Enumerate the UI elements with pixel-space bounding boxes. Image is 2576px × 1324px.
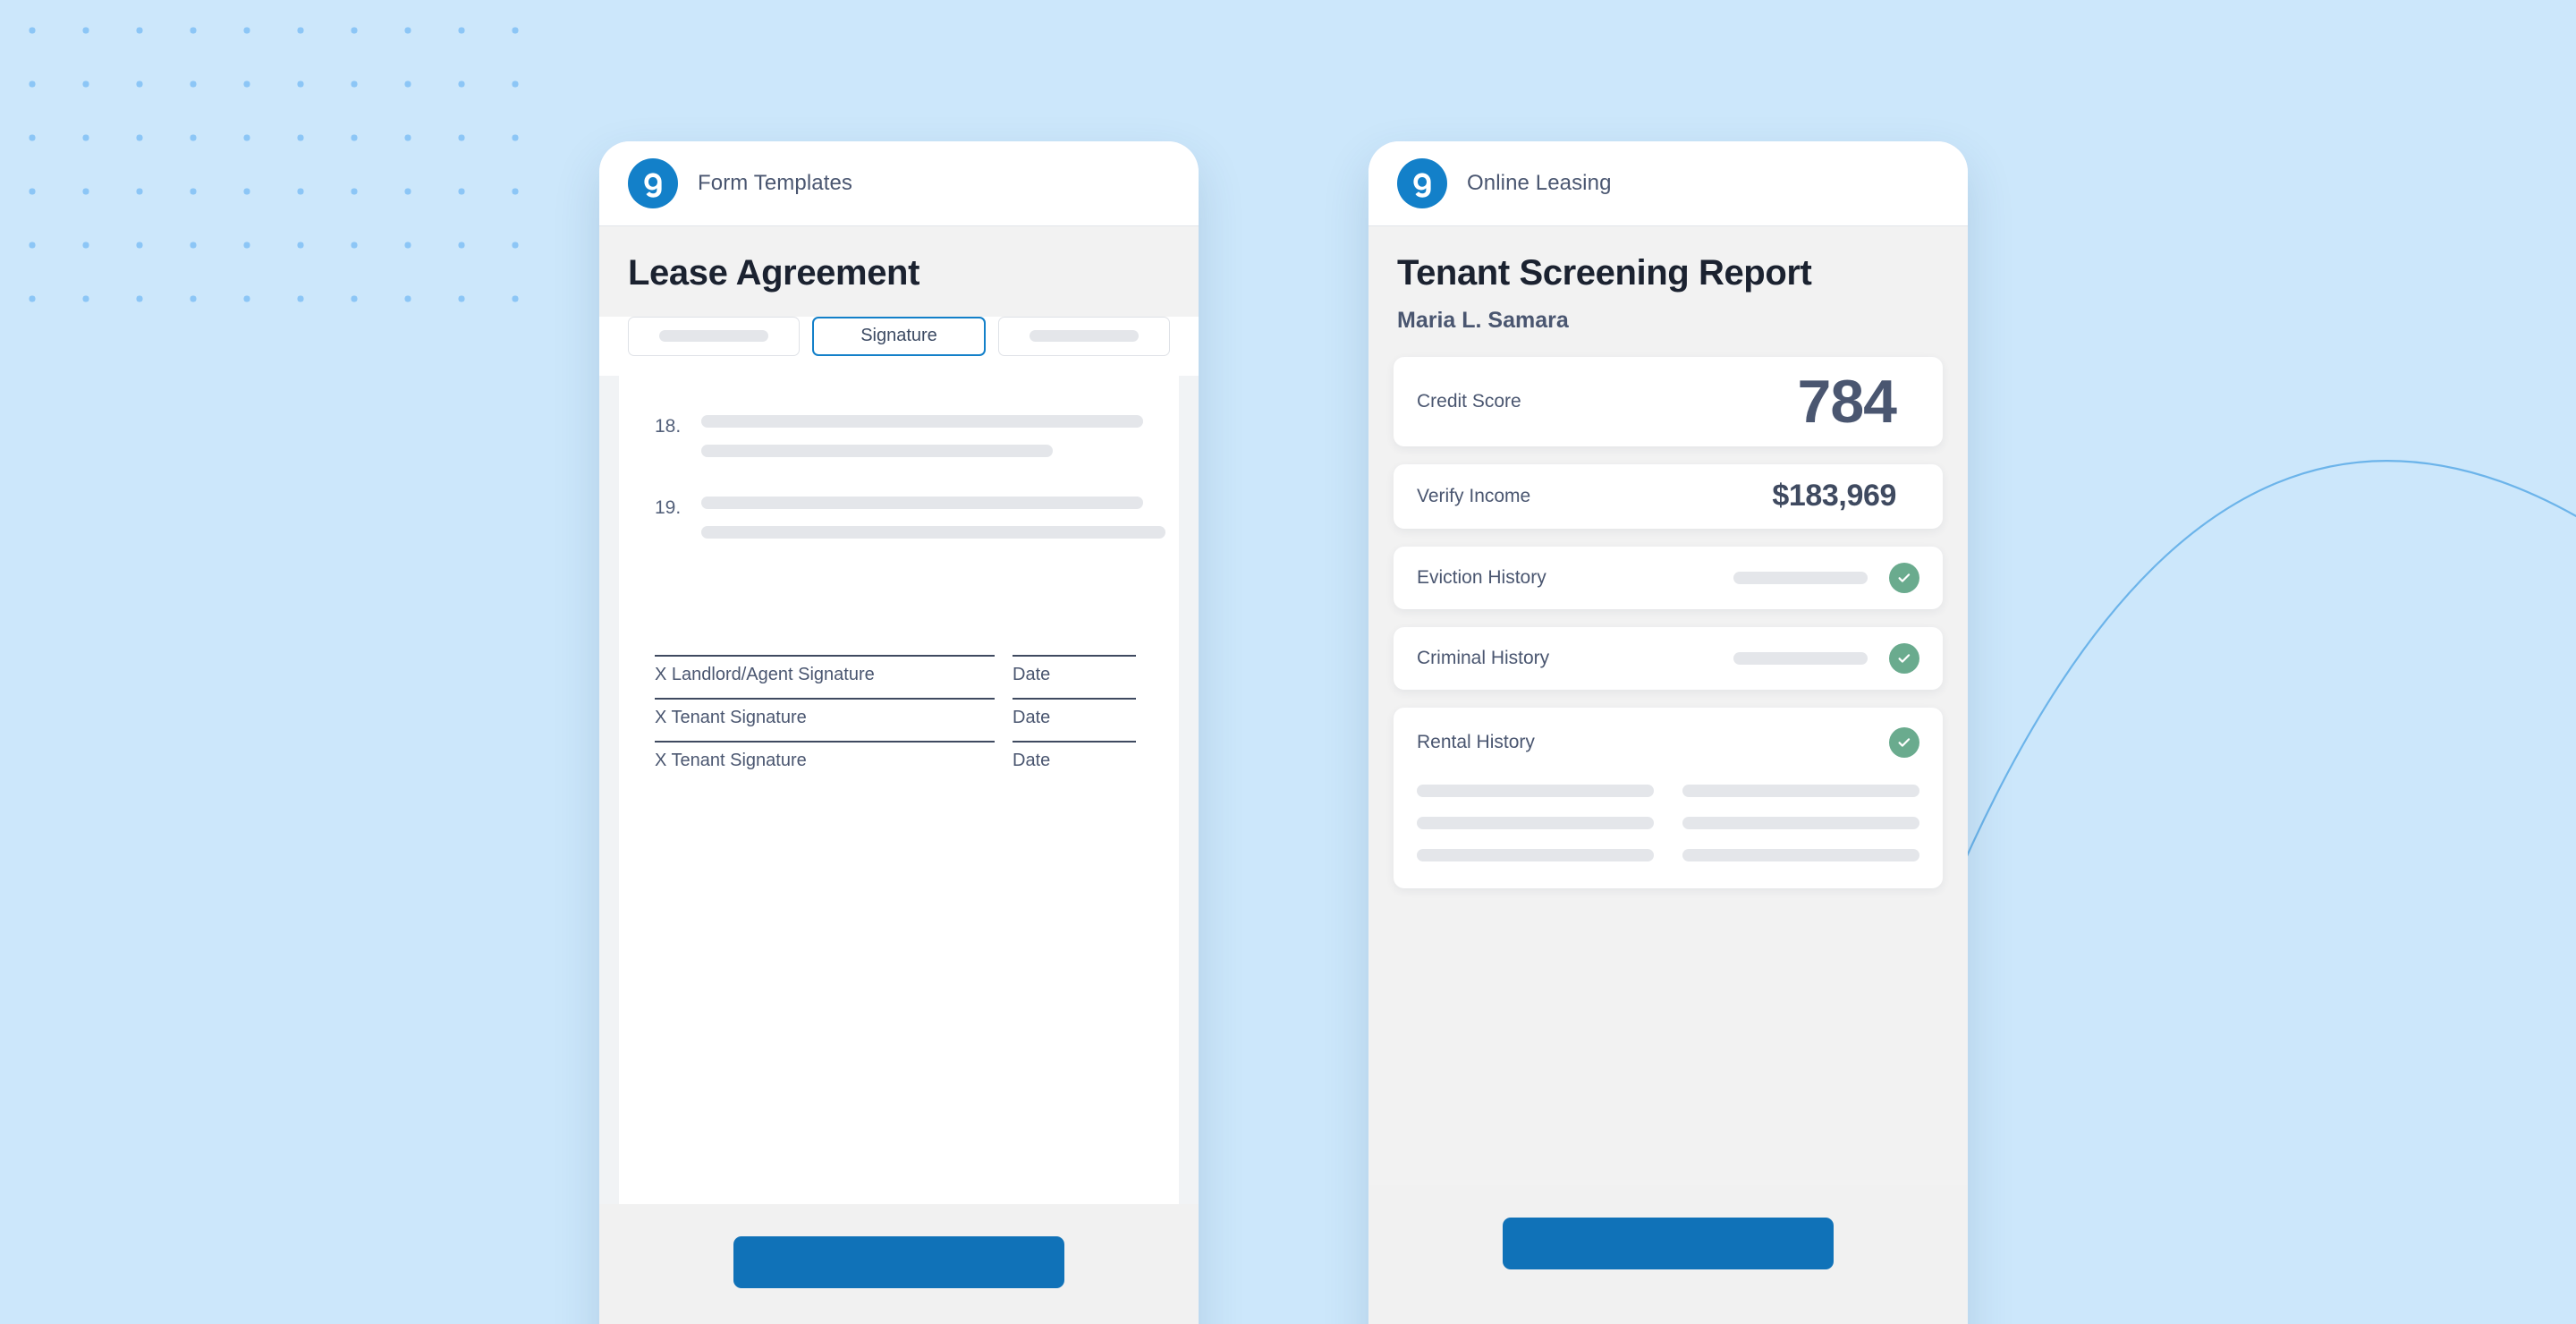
applicant-name: Maria L. Samara xyxy=(1397,307,1569,333)
check-circle-icon xyxy=(1889,562,1919,593)
signature-rule xyxy=(655,654,995,657)
right-title-block: Tenant Screening Report Maria L. Samara xyxy=(1368,226,1968,357)
clause-text-placeholder xyxy=(701,525,1165,539)
date-label: Date xyxy=(1013,664,1051,684)
credit-score-value: 784 xyxy=(1797,367,1897,436)
document-scroll-area[interactable]: 18. 19. X Landlord/Agent Signature Date … xyxy=(599,375,1199,1204)
tab-placeholder-left[interactable] xyxy=(628,316,800,356)
signature-spacer xyxy=(655,578,1143,655)
signature-field-landlord[interactable]: X Landlord/Agent Signature xyxy=(655,654,995,685)
signature-label: X Tenant Signature xyxy=(655,750,807,770)
signature-label: X Landlord/Agent Signature xyxy=(655,664,875,684)
document-sheet: 18. 19. X Landlord/Agent Signature Date … xyxy=(619,375,1179,1204)
criminal-history-card[interactable]: Criminal History xyxy=(1394,626,1943,690)
right-primary-cta-button[interactable] xyxy=(1503,1217,1834,1269)
signature-rule xyxy=(655,697,995,700)
criminal-history-label: Criminal History xyxy=(1417,647,1550,668)
signature-label: X Tenant Signature xyxy=(655,707,807,727)
date-field-landlord[interactable]: Date xyxy=(1013,654,1136,685)
rental-history-card[interactable]: Rental History xyxy=(1394,707,1943,888)
rental-history-detail-grid xyxy=(1417,784,1919,861)
tab-placeholder-right[interactable] xyxy=(998,316,1170,356)
promo-canvas: Form Templates Lease Agreement Signature… xyxy=(0,0,2576,1324)
eviction-history-value-placeholder xyxy=(1733,571,1868,584)
date-label: Date xyxy=(1013,750,1051,770)
tab-placeholder-bar xyxy=(1030,330,1139,343)
rental-detail-placeholder xyxy=(1682,784,1919,797)
clause-text-placeholder xyxy=(701,444,1054,457)
check-circle-icon xyxy=(1889,642,1919,674)
tab-placeholder-bar xyxy=(659,330,768,343)
eviction-history-card[interactable]: Eviction History xyxy=(1394,546,1943,609)
lease-agreement-title: Lease Agreement xyxy=(628,253,919,293)
left-appbar-title: Form Templates xyxy=(698,171,853,195)
report-scroll-area[interactable]: Credit Score 784 Verify Income $183,969 … xyxy=(1368,356,1968,1185)
rental-detail-placeholder xyxy=(1417,784,1654,797)
rental-history-header: Rental History xyxy=(1417,726,1919,758)
clause-number: 18. xyxy=(655,415,682,437)
signature-row: X Landlord/Agent Signature Date xyxy=(655,654,1143,685)
date-rule xyxy=(1013,654,1136,657)
clause-number: 19. xyxy=(655,496,682,518)
tab-signature-label: Signature xyxy=(860,326,937,346)
signature-rule xyxy=(655,740,995,743)
rental-detail-placeholder xyxy=(1417,816,1654,829)
right-appbar: Online Leasing xyxy=(1368,141,1968,226)
signature-row: X Tenant Signature Date xyxy=(655,740,1143,771)
verify-income-label: Verify Income xyxy=(1417,485,1531,506)
left-appbar: Form Templates xyxy=(599,141,1199,226)
screening-report-title: Tenant Screening Report xyxy=(1397,253,1812,293)
credit-score-card[interactable]: Credit Score 784 xyxy=(1394,356,1943,446)
clause-item: 19. xyxy=(655,496,1143,517)
right-footer xyxy=(1368,1184,1968,1293)
form-tabstrip: Signature xyxy=(599,316,1199,376)
clause-text-placeholder xyxy=(701,496,1143,509)
clause-text-placeholder xyxy=(701,414,1143,428)
left-primary-cta-button[interactable] xyxy=(733,1235,1064,1288)
phone-mockup-online-leasing: Online Leasing Tenant Screening Report M… xyxy=(1368,141,1968,1324)
date-rule xyxy=(1013,697,1136,700)
decorative-dot-grid xyxy=(0,0,555,331)
verify-income-card[interactable]: Verify Income $183,969 xyxy=(1394,463,1943,529)
credit-score-label: Credit Score xyxy=(1417,390,1521,412)
rental-detail-placeholder xyxy=(1417,848,1654,861)
rental-detail-placeholder xyxy=(1682,848,1919,861)
left-title-block: Lease Agreement xyxy=(599,226,1199,317)
rental-detail-placeholder xyxy=(1682,816,1919,829)
signature-field-tenant-1[interactable]: X Tenant Signature xyxy=(655,697,995,728)
date-label: Date xyxy=(1013,707,1051,727)
tab-signature[interactable]: Signature xyxy=(812,316,986,356)
rental-history-label: Rental History xyxy=(1417,731,1535,752)
date-field-tenant-2[interactable]: Date xyxy=(1013,740,1136,771)
criminal-history-value-placeholder xyxy=(1733,651,1868,665)
verify-income-value: $183,969 xyxy=(1772,479,1896,513)
date-field-tenant-1[interactable]: Date xyxy=(1013,697,1136,728)
date-rule xyxy=(1013,740,1136,743)
appfolio-a-logo-icon xyxy=(628,158,678,208)
clause-item: 18. xyxy=(655,414,1143,437)
check-circle-icon xyxy=(1889,726,1919,758)
signature-row: X Tenant Signature Date xyxy=(655,697,1143,728)
appfolio-a-logo-icon xyxy=(1397,158,1447,208)
signature-field-tenant-2[interactable]: X Tenant Signature xyxy=(655,740,995,771)
right-appbar-title: Online Leasing xyxy=(1467,171,1612,195)
phone-mockup-form-templates: Form Templates Lease Agreement Signature… xyxy=(599,141,1199,1324)
left-footer xyxy=(599,1203,1199,1311)
eviction-history-label: Eviction History xyxy=(1417,566,1546,588)
